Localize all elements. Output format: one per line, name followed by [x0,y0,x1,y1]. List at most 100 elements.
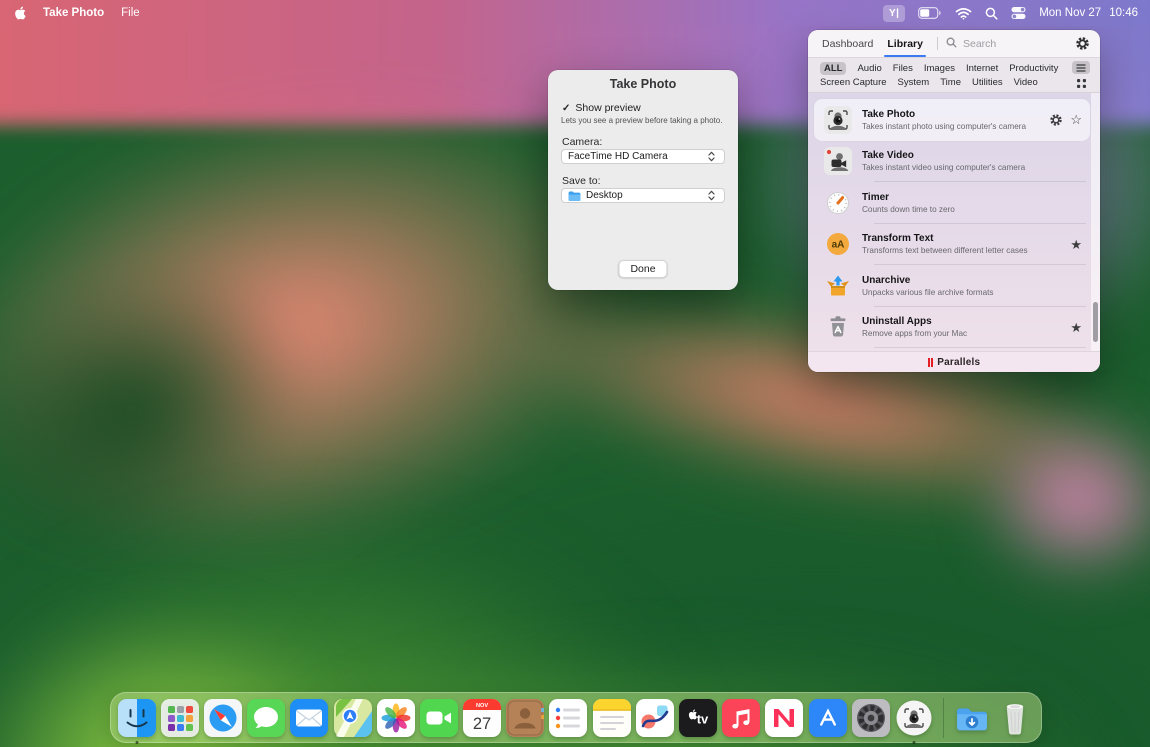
tool-row-uninstall-apps[interactable]: Uninstall Apps Remove apps from your Mac ★ [814,307,1090,349]
filter-system[interactable]: System [898,77,930,88]
category-filter-bar: ALL Audio Files Images Internet Productivity … [808,58,1100,93]
parallels-toolbox-panel: Dashboard Library ALL Audio Files Images Int… [808,30,1100,372]
dock-item-take-photo[interactable] [895,699,933,744]
tool-description: Remove apps from your Mac [862,329,968,339]
take-video-icon [824,147,852,176]
control-center-icon[interactable] [1011,6,1026,20]
camera-select[interactable]: FaceTime HD Camera [561,149,725,164]
take-photo-icon [824,105,852,134]
unarchive-icon [824,272,852,300]
filter-video[interactable]: Video [1014,77,1038,88]
show-preview-hint: Lets you see a preview before taking a p… [561,116,723,125]
dock-item-freeform[interactable] [635,698,674,737]
parallels-logo-icon [927,357,934,367]
dock-item-reminders[interactable] [549,698,588,737]
dock-item-trash[interactable] [996,699,1034,737]
search-field[interactable] [946,35,1075,53]
panel-footer: Parallels [808,351,1100,372]
dock-item-notes[interactable] [592,698,631,737]
tool-title: Transform Text [862,233,934,245]
parallels-toolbox-icon[interactable]: Y| [883,4,906,22]
filter-productivity[interactable]: Productivity [1009,63,1058,74]
tool-row-take-video[interactable]: Take Video Takes instant video using comp… [814,141,1090,183]
filter-audio[interactable]: Audio [857,63,881,74]
menubar-date: Mon Nov 27 [1039,7,1102,19]
svg-text:NOV: NOV [476,703,488,709]
menu-bar: Take Photo File Y| Mon Nov 27 10:46 [0,0,1150,26]
dock-item-maps[interactable] [333,698,372,737]
running-indicator-dot [135,740,139,744]
dock-separator [942,697,944,738]
panel-header: Dashboard Library [808,30,1100,58]
take-photo-dialog: Take Photo ✓ Show preview Lets you see a… [548,70,738,290]
save-to-select[interactable]: Desktop [561,188,725,203]
grid-view-toggle[interactable] [1072,77,1090,90]
filter-all[interactable]: ALL [820,62,847,75]
tool-row-timer[interactable]: Timer Counts down time to zero [814,182,1090,224]
star-filled-icon[interactable]: ★ [1070,238,1082,251]
svg-text:aA: aA [832,240,845,251]
checkmark-icon: ✓ [562,102,571,114]
dock: NOV 27 tv [110,692,1042,744]
star-outline-icon[interactable]: ☆ [1070,113,1082,126]
menubar-app-name[interactable]: Take Photo [43,7,104,19]
list-view-toggle[interactable] [1072,61,1090,74]
battery-icon[interactable] [918,7,942,19]
folder-icon [568,191,581,201]
tool-title: Uninstall Apps [862,316,932,328]
dock-item-finder[interactable] [117,698,156,744]
running-indicator-dot [912,740,916,744]
search-input[interactable] [960,36,1065,51]
filter-utilities[interactable]: Utilities [972,77,1003,88]
tool-settings-gear-icon[interactable] [1049,113,1063,127]
filter-internet[interactable]: Internet [966,63,998,74]
dock-item-mail[interactable] [290,698,329,737]
tool-row-transform-text[interactable]: aA Transform Text Transforms text between … [814,224,1090,266]
menu-file[interactable]: File [121,7,140,19]
tool-row-unarchive[interactable]: Unarchive Unpacks various file archive fo… [814,265,1090,307]
apple-logo-icon[interactable] [14,6,26,20]
transform-text-icon: aA [824,230,852,258]
star-filled-icon[interactable]: ★ [1070,321,1082,334]
tool-description: Takes instant photo using computer's cam… [862,121,1027,131]
dock-item-tv[interactable]: tv [679,698,718,737]
uninstall-apps-icon [824,313,852,341]
gear-icon[interactable] [1075,36,1090,51]
menubar-clock[interactable]: Mon Nov 27 10:46 [1039,7,1138,19]
filter-time[interactable]: Time [940,77,961,88]
show-preview-checkbox[interactable]: ✓ Show preview [562,102,641,114]
filter-files[interactable]: Files [893,63,913,74]
scrollbar-thumb[interactable] [1093,302,1098,342]
camera-label: Camera: [562,136,603,148]
dock-item-contacts[interactable] [506,698,545,737]
tab-library[interactable]: Library [884,30,926,57]
filter-screen-capture[interactable]: Screen Capture [820,77,887,88]
tool-title: Unarchive [862,274,911,286]
dock-item-messages[interactable] [247,698,286,737]
tab-dashboard[interactable]: Dashboard [822,30,873,57]
dock-item-calendar[interactable]: NOV 27 [463,698,502,737]
dock-item-music[interactable] [722,698,761,737]
done-button[interactable]: Done [618,260,668,278]
dock-item-launchpad[interactable] [160,698,199,737]
tool-description: Takes instant video using computer's cam… [862,163,1026,173]
tool-title: Take Photo [862,108,916,120]
show-preview-label: Show preview [575,102,641,114]
stepper-icon [708,190,715,201]
dock-item-system-settings[interactable] [851,698,890,737]
spotlight-icon[interactable] [985,7,998,20]
tool-title: Take Video [862,150,914,162]
wifi-icon[interactable] [955,7,972,20]
svg-text:tv: tv [697,711,709,726]
screen: Take Photo File Y| Mon Nov 27 10:46 Take… [0,0,1150,747]
dock-item-app-store[interactable] [808,698,847,737]
filter-images[interactable]: Images [924,63,955,74]
dock-item-safari[interactable] [203,698,242,737]
dock-item-news[interactable] [765,698,804,737]
dock-item-downloads[interactable] [953,699,991,737]
menubar-time: 10:46 [1109,7,1138,19]
dock-item-photos[interactable] [376,698,415,737]
dock-item-facetime[interactable] [419,698,458,737]
tool-row-take-photo[interactable]: Take Photo Takes instant photo using comp… [814,99,1090,141]
save-to-label: Save to: [562,175,601,187]
